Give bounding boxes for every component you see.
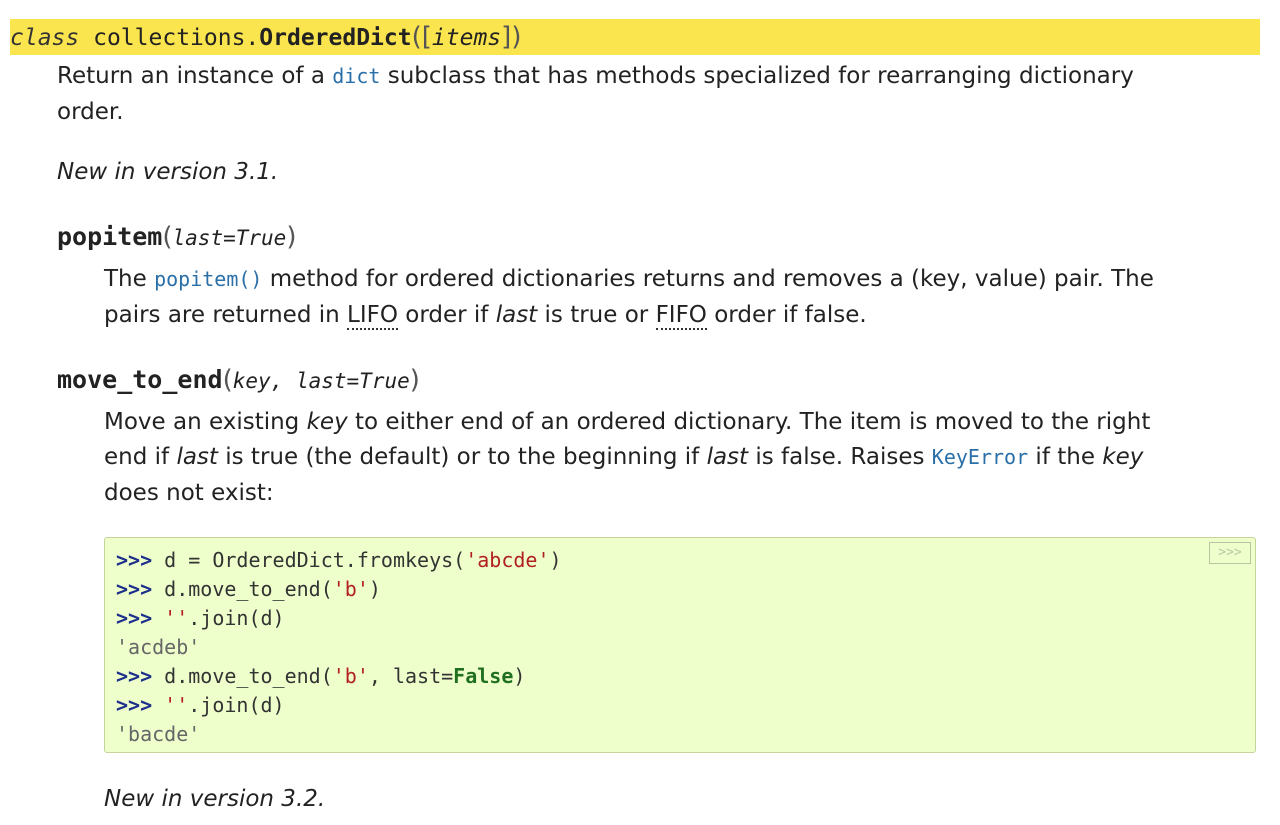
code-output: 'acdeb' bbox=[116, 635, 201, 659]
dict-link[interactable]: dict bbox=[332, 64, 380, 88]
prompt: >>> bbox=[116, 693, 153, 717]
code-text: ) bbox=[513, 664, 526, 688]
class-name: OrderedDict bbox=[259, 25, 412, 51]
optional-close-bracket: ] bbox=[501, 22, 512, 52]
move-to-end-description-line-1: Move an existing key to either end of an… bbox=[104, 404, 1150, 440]
lifo-abbr: LIFO bbox=[347, 302, 398, 330]
prompt: >>> bbox=[116, 577, 153, 601]
close-paren: ) bbox=[409, 365, 420, 395]
popitem-description-line-2: pairs are returned in LIFO order if last… bbox=[104, 297, 867, 333]
string-literal: 'b' bbox=[332, 664, 369, 688]
code-text: d.move_to_end( bbox=[152, 664, 333, 688]
string-literal: '' bbox=[164, 606, 189, 630]
text: Return an instance of a bbox=[57, 63, 333, 89]
param-separator: , bbox=[270, 369, 296, 393]
move-to-end-description-line-2: end if last is true (the default) or to … bbox=[104, 439, 1143, 475]
text: order if bbox=[397, 302, 496, 328]
move-to-end-signature: move_to_end(key, last=True) bbox=[57, 362, 420, 399]
popitem-signature: popitem(last=True) bbox=[57, 219, 296, 256]
text: The bbox=[104, 266, 155, 292]
class-keyword: class bbox=[10, 25, 80, 51]
param-ref: last bbox=[176, 444, 218, 470]
move-to-end-description-line-3: does not exist: bbox=[104, 480, 274, 506]
keyword-constant: False bbox=[453, 664, 514, 688]
class-param: items bbox=[431, 25, 502, 51]
text: end if bbox=[104, 444, 177, 470]
param-ref: key bbox=[1102, 444, 1144, 470]
popitem-link[interactable]: popitem() bbox=[154, 267, 262, 291]
code-example: >>> >>> d = OrderedDict.fromkeys('abcde'… bbox=[104, 537, 1256, 753]
fifo-abbr: FIFO bbox=[655, 302, 707, 330]
close-paren: ) bbox=[511, 22, 522, 52]
class-description-line-2: order. bbox=[57, 99, 124, 125]
code-line: >>> d = OrderedDict.fromkeys('abcde') bbox=[116, 546, 1255, 575]
code-text: , last= bbox=[368, 664, 454, 688]
open-paren: ( bbox=[162, 222, 173, 252]
code-line: >>> ''.join(d) bbox=[116, 604, 1255, 633]
param-ref: last bbox=[495, 302, 538, 328]
open-paren: ( bbox=[411, 22, 422, 52]
text: order if false. bbox=[706, 302, 867, 328]
module-prefix: collections. bbox=[93, 25, 260, 51]
string-literal: '' bbox=[164, 693, 189, 717]
text: pairs are returned in bbox=[104, 302, 348, 328]
copy-button[interactable]: >>> bbox=[1209, 542, 1251, 564]
code-line: >>> ''.join(d) bbox=[116, 691, 1255, 720]
text: if the bbox=[1028, 444, 1103, 470]
string-literal: 'b' bbox=[332, 577, 369, 601]
text: Move an existing bbox=[104, 409, 307, 435]
move-to-end-version-note: New in version 3.2. bbox=[104, 786, 326, 812]
code-text: ) bbox=[549, 548, 562, 572]
method-name: move_to_end bbox=[57, 365, 223, 394]
method-param-key: key bbox=[232, 369, 271, 393]
prompt: >>> bbox=[116, 664, 153, 688]
string-literal: 'abcde' bbox=[465, 548, 550, 572]
prompt: >>> bbox=[116, 606, 153, 630]
text: is true or bbox=[537, 302, 656, 328]
text: method for ordered dictionaries returns … bbox=[262, 266, 1154, 292]
text: to either end of an ordered dictionary. … bbox=[347, 409, 1151, 435]
code-text: .join(d) bbox=[188, 606, 285, 630]
param-ref: key bbox=[306, 409, 348, 435]
class-description-line-1: Return an instance of a dict subclass th… bbox=[57, 58, 1134, 94]
prompt: >>> bbox=[116, 548, 153, 572]
text: is true (the default) or to the beginnin… bbox=[217, 444, 707, 470]
param-ref: last bbox=[706, 444, 749, 470]
class-version-note: New in version 3.1. bbox=[57, 159, 279, 185]
text: subclass that has methods specialized fo… bbox=[380, 63, 1134, 89]
code-line: >>> d.move_to_end('b') bbox=[116, 575, 1255, 604]
method-param: last=True bbox=[172, 226, 287, 250]
popitem-description-line-1: The popitem() method for ordered diction… bbox=[104, 261, 1154, 297]
code-text: .join(d) bbox=[188, 693, 285, 717]
close-paren: ) bbox=[286, 222, 297, 252]
optional-open-bracket: [ bbox=[421, 22, 432, 52]
class-signature: class collections.OrderedDict([items]) bbox=[10, 19, 1260, 55]
method-name: popitem bbox=[57, 222, 163, 251]
keyerror-link[interactable]: KeyError bbox=[932, 445, 1028, 469]
text: is false. Raises bbox=[748, 444, 932, 470]
code-output: 'bacde' bbox=[116, 722, 201, 746]
open-paren: ( bbox=[222, 365, 233, 395]
method-param-last: last=True bbox=[295, 369, 410, 393]
code-text: d = OrderedDict.fromkeys( bbox=[152, 548, 466, 572]
code-text: ) bbox=[368, 577, 381, 601]
code-text: d.move_to_end( bbox=[152, 577, 333, 601]
code-line: >>> d.move_to_end('b', last=False) bbox=[116, 662, 1255, 691]
